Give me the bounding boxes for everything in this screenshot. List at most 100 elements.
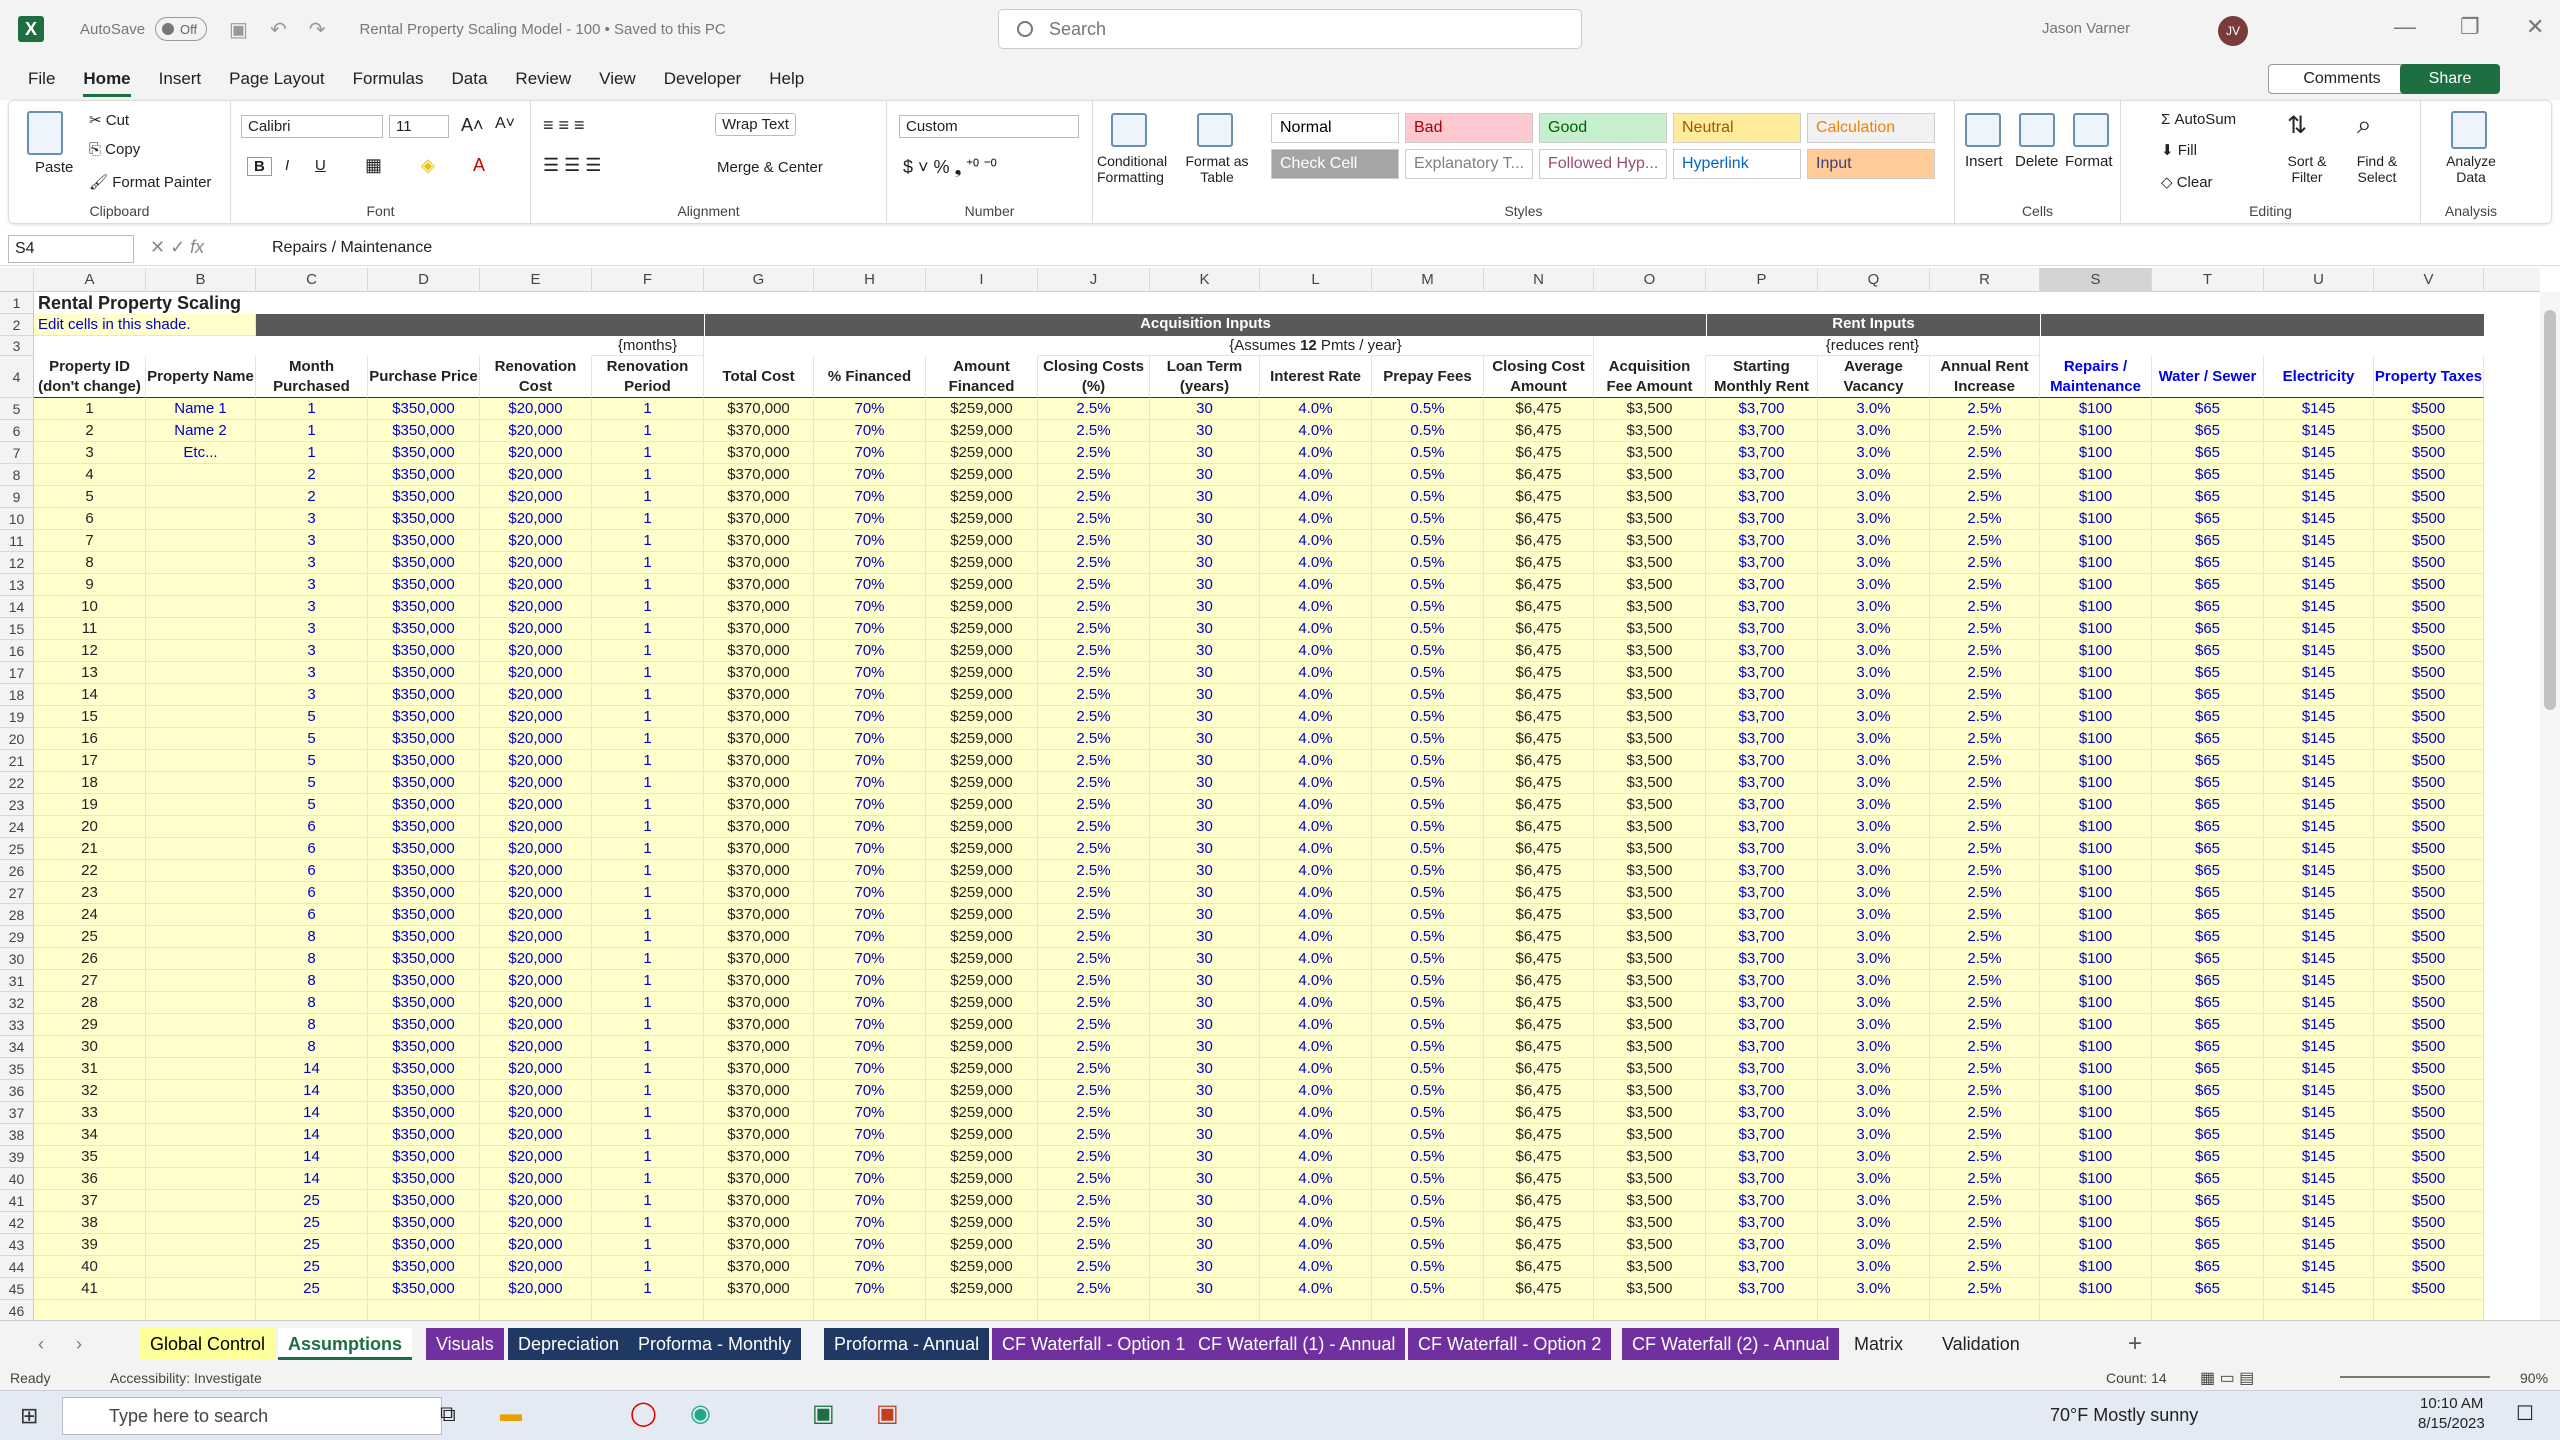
closing-cell[interactable]: 2.5% — [1038, 530, 1150, 552]
property-name-cell[interactable] — [146, 1014, 256, 1036]
column-header[interactable]: J — [1038, 268, 1150, 292]
align-left-icon[interactable]: ☰ ☰ ☰ — [543, 155, 601, 176]
property-name-cell[interactable] — [146, 1036, 256, 1058]
cc-amount-cell[interactable]: $6,475 — [1484, 926, 1594, 948]
financed-cell[interactable]: 70% — [814, 706, 926, 728]
rent-cell[interactable]: $3,700 — [1706, 1256, 1818, 1278]
property-name-cell[interactable]: Etc... — [146, 442, 256, 464]
increase-cell[interactable]: 2.5% — [1930, 794, 2040, 816]
closing-cell[interactable]: 2.5% — [1038, 970, 1150, 992]
prepay-cell[interactable]: 0.5% — [1372, 530, 1484, 552]
amount-cell[interactable]: $259,000 — [926, 1168, 1038, 1190]
taxes-cell[interactable]: $500 — [2374, 728, 2484, 750]
term-cell[interactable]: 30 — [1150, 926, 1260, 948]
property-name-cell[interactable] — [146, 508, 256, 530]
merge-center-button[interactable]: Merge & Center — [717, 159, 823, 176]
prepay-cell[interactable]: 0.5% — [1372, 882, 1484, 904]
term-cell[interactable]: 30 — [1150, 508, 1260, 530]
reno-cell[interactable]: $20,000 — [480, 794, 592, 816]
rent-cell[interactable]: $3,700 — [1706, 1058, 1818, 1080]
price-cell[interactable]: $350,000 — [368, 706, 480, 728]
property-name-cell[interactable] — [146, 552, 256, 574]
name-box[interactable]: S4 — [8, 235, 134, 263]
column-title[interactable]: Amount Financed — [926, 356, 1038, 398]
cell[interactable] — [1038, 1300, 1150, 1320]
prepay-cell[interactable]: 0.5% — [1372, 398, 1484, 420]
period-cell[interactable]: 1 — [592, 1080, 704, 1102]
electric-cell[interactable]: $145 — [2264, 442, 2374, 464]
month-purchased-cell[interactable]: 6 — [256, 860, 368, 882]
windows-start-icon[interactable]: ⊞ — [20, 1403, 38, 1429]
prepay-cell[interactable]: 0.5% — [1372, 442, 1484, 464]
closing-cell[interactable]: 2.5% — [1038, 1124, 1150, 1146]
cc-amount-cell[interactable]: $6,475 — [1484, 706, 1594, 728]
acq-fee-cell[interactable]: $3,500 — [1594, 1102, 1706, 1124]
period-cell[interactable]: 1 — [592, 1278, 704, 1300]
increase-cell[interactable]: 2.5% — [1930, 970, 2040, 992]
term-cell[interactable]: 30 — [1150, 992, 1260, 1014]
acq-fee-cell[interactable]: $3,500 — [1594, 552, 1706, 574]
property-name-cell[interactable] — [146, 706, 256, 728]
property-name-cell[interactable] — [146, 728, 256, 750]
sheet-title[interactable]: Rental Property Scaling — [34, 292, 368, 314]
acq-fee-cell[interactable]: $3,500 — [1594, 816, 1706, 838]
financed-cell[interactable]: 70% — [814, 1278, 926, 1300]
property-id-cell[interactable]: 19 — [34, 794, 146, 816]
reno-cell[interactable]: $20,000 — [480, 1102, 592, 1124]
repairs-cell[interactable]: $100 — [2040, 706, 2152, 728]
water-cell[interactable]: $65 — [2152, 640, 2264, 662]
amount-cell[interactable]: $259,000 — [926, 926, 1038, 948]
increase-cell[interactable]: 2.5% — [1930, 1036, 2040, 1058]
vacancy-cell[interactable]: 3.0% — [1818, 508, 1930, 530]
repairs-cell[interactable]: $100 — [2040, 794, 2152, 816]
excel-taskbar-icon[interactable]: ▣ — [812, 1399, 835, 1428]
sheet-tab-cf-waterfall-2-annual[interactable]: CF Waterfall (2) - Annual — [1622, 1328, 1840, 1360]
rate-cell[interactable]: 4.0% — [1260, 1278, 1372, 1300]
prepay-cell[interactable]: 0.5% — [1372, 1190, 1484, 1212]
cell[interactable] — [1818, 1300, 1930, 1320]
edit-note[interactable]: Edit cells in this shade. — [34, 314, 256, 336]
delete-cells-icon[interactable] — [2019, 113, 2055, 147]
rate-cell[interactable]: 4.0% — [1260, 552, 1372, 574]
cell[interactable] — [1150, 1300, 1260, 1320]
vacancy-cell[interactable]: 3.0% — [1818, 1124, 1930, 1146]
prepay-cell[interactable]: 0.5% — [1372, 1036, 1484, 1058]
tab-view[interactable]: View — [599, 61, 636, 97]
term-cell[interactable]: 30 — [1150, 552, 1260, 574]
electric-cell[interactable]: $145 — [2264, 1256, 2374, 1278]
electric-cell[interactable]: $145 — [2264, 794, 2374, 816]
autosave-toggle[interactable]: Off — [155, 17, 208, 41]
financed-cell[interactable]: 70% — [814, 926, 926, 948]
repairs-cell[interactable]: $100 — [2040, 618, 2152, 640]
water-cell[interactable]: $65 — [2152, 1102, 2264, 1124]
price-cell[interactable]: $350,000 — [368, 1036, 480, 1058]
vacancy-cell[interactable]: 3.0% — [1818, 1256, 1930, 1278]
taxes-cell[interactable]: $500 — [2374, 772, 2484, 794]
column-title[interactable]: Property Taxes — [2374, 356, 2484, 398]
repairs-cell[interactable]: $100 — [2040, 992, 2152, 1014]
amount-cell[interactable]: $259,000 — [926, 860, 1038, 882]
prepay-cell[interactable]: 0.5% — [1372, 574, 1484, 596]
increase-cell[interactable]: 2.5% — [1930, 1124, 2040, 1146]
term-cell[interactable]: 30 — [1150, 1168, 1260, 1190]
period-cell[interactable]: 1 — [592, 970, 704, 992]
electric-cell[interactable]: $145 — [2264, 464, 2374, 486]
taxes-cell[interactable]: $500 — [2374, 1190, 2484, 1212]
property-id-cell[interactable]: 35 — [34, 1146, 146, 1168]
reno-cell[interactable]: $20,000 — [480, 398, 592, 420]
amount-cell[interactable]: $259,000 — [926, 1058, 1038, 1080]
reduces-rent-note[interactable]: {reduces rent} — [1706, 336, 2040, 356]
month-purchased-cell[interactable]: 3 — [256, 508, 368, 530]
vacancy-cell[interactable]: 3.0% — [1818, 662, 1930, 684]
financed-cell[interactable]: 70% — [814, 948, 926, 970]
restore-icon[interactable]: ❐ — [2460, 14, 2480, 40]
amount-cell[interactable]: $259,000 — [926, 464, 1038, 486]
closing-cell[interactable]: 2.5% — [1038, 1102, 1150, 1124]
rate-cell[interactable]: 4.0% — [1260, 640, 1372, 662]
column-header[interactable]: D — [368, 268, 480, 292]
financed-cell[interactable]: 70% — [814, 662, 926, 684]
price-cell[interactable]: $350,000 — [368, 420, 480, 442]
price-cell[interactable]: $350,000 — [368, 728, 480, 750]
period-cell[interactable]: 1 — [592, 750, 704, 772]
water-cell[interactable]: $65 — [2152, 530, 2264, 552]
